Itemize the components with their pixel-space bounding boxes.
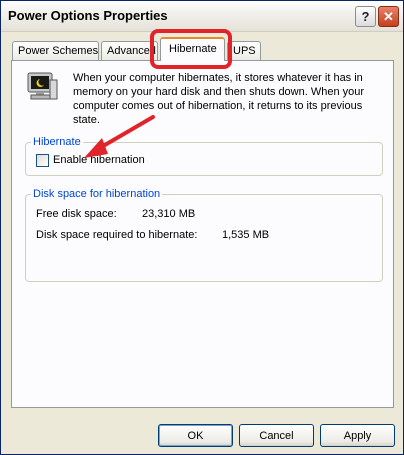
enable-hibernation-label[interactable]: Enable hibernation (53, 154, 145, 166)
cancel-button[interactable]: Cancel (239, 424, 314, 447)
ok-button[interactable]: OK (158, 424, 233, 447)
help-button[interactable]: ? (355, 6, 376, 27)
free-disk-space-label: Free disk space: (36, 208, 117, 220)
tab-advanced[interactable]: Advanced (101, 41, 158, 60)
required-disk-space-label: Disk space required to hibernate: (36, 229, 198, 241)
free-disk-space-value: 23,310 MB (142, 208, 196, 220)
tab-hibernate[interactable]: Hibernate (160, 37, 225, 61)
tab-power-schemes[interactable]: Power Schemes (12, 41, 99, 60)
required-disk-space-value: 1,535 MB (222, 229, 270, 241)
window-title: Power Options Properties (8, 8, 168, 23)
hibernate-description: When your computer hibernates, it stores… (73, 72, 365, 126)
tab-ups[interactable]: UPS (227, 41, 261, 60)
close-button[interactable]: ✕ (378, 6, 399, 27)
title-bar[interactable]: Power Options Properties ? ✕ (1, 1, 403, 32)
enable-hibernation-checkbox[interactable] (36, 154, 49, 167)
power-options-window: Power Options Properties ? ✕ Power Schem… (0, 0, 404, 455)
disk-space-group-title: Disk space for hibernation (31, 188, 163, 200)
hibernate-computer-icon (27, 72, 58, 100)
hibernate-group-title: Hibernate (31, 136, 83, 148)
apply-button[interactable]: Apply (320, 424, 395, 447)
